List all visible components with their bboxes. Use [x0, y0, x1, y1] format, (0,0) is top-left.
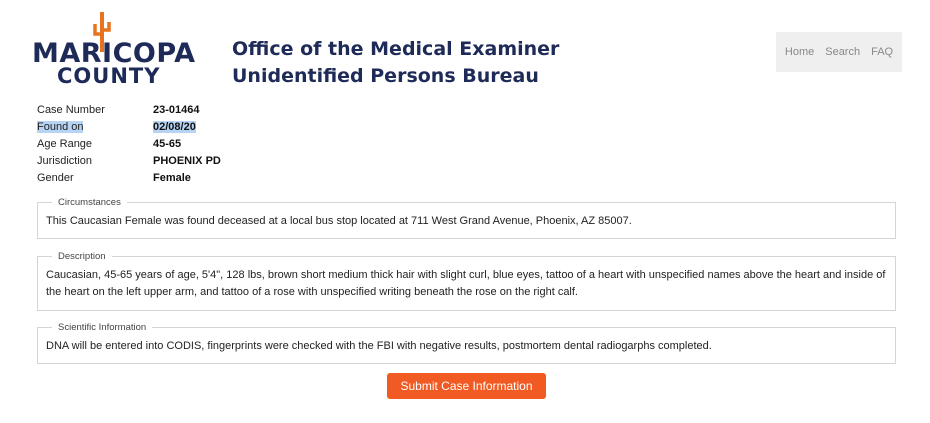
page-title: Office of the Medical Examiner Unidentif…: [232, 36, 559, 90]
jurisdiction-row: Jurisdiction PHOENIX PD: [37, 153, 221, 170]
case-number-label: Case Number: [37, 104, 105, 116]
age-range-value: 45-65: [153, 138, 182, 150]
found-on-value: 02/08/20: [153, 121, 196, 133]
title-bureau: Unidentified Persons Bureau: [232, 65, 539, 87]
description-text: Caucasian, 45-65 years of age, 5'4", 128…: [46, 269, 886, 298]
nav-faq-link[interactable]: FAQ: [871, 46, 893, 58]
jurisdiction-label: Jurisdiction: [37, 155, 93, 167]
found-on-label: Found on: [37, 121, 84, 133]
maricopa-county-logo[interactable]: MARICOPA COUNTY: [28, 12, 218, 88]
nav-home-link[interactable]: Home: [785, 46, 814, 58]
case-number-row: Case Number 23-01464: [37, 102, 221, 119]
top-nav: Home Search FAQ: [776, 32, 902, 72]
title-office: Office of the Medical Examiner: [232, 38, 560, 60]
gender-label: Gender: [37, 172, 74, 184]
submit-case-information-button[interactable]: Submit Case Information: [387, 373, 546, 399]
circumstances-panel: Circumstances This Caucasian Female was …: [37, 194, 896, 239]
scientific-information-panel: Scientific Information DNA will be enter…: [37, 319, 896, 364]
found-on-row: Found on 02/08/20: [37, 119, 221, 136]
case-number-value: 23-01464: [153, 104, 200, 116]
logo-text-county: COUNTY: [57, 64, 161, 88]
circumstances-text: This Caucasian Female was found deceased…: [46, 215, 632, 227]
description-panel: Description Caucasian, 45-65 years of ag…: [37, 248, 896, 311]
scientific-information-legend: Scientific Information: [58, 322, 147, 333]
description-legend: Description: [58, 251, 106, 262]
case-summary: Case Number 23-01464 Found on 02/08/20 A…: [37, 102, 221, 187]
age-range-label: Age Range: [37, 138, 93, 150]
circumstances-legend: Circumstances: [58, 197, 121, 208]
jurisdiction-value: PHOENIX PD: [153, 155, 221, 167]
nav-search-link[interactable]: Search: [825, 46, 860, 58]
gender-row: Gender Female: [37, 170, 221, 187]
gender-value: Female: [153, 172, 191, 184]
age-range-row: Age Range 45-65: [37, 136, 221, 153]
scientific-information-text: DNA will be entered into CODIS, fingerpr…: [46, 340, 712, 352]
